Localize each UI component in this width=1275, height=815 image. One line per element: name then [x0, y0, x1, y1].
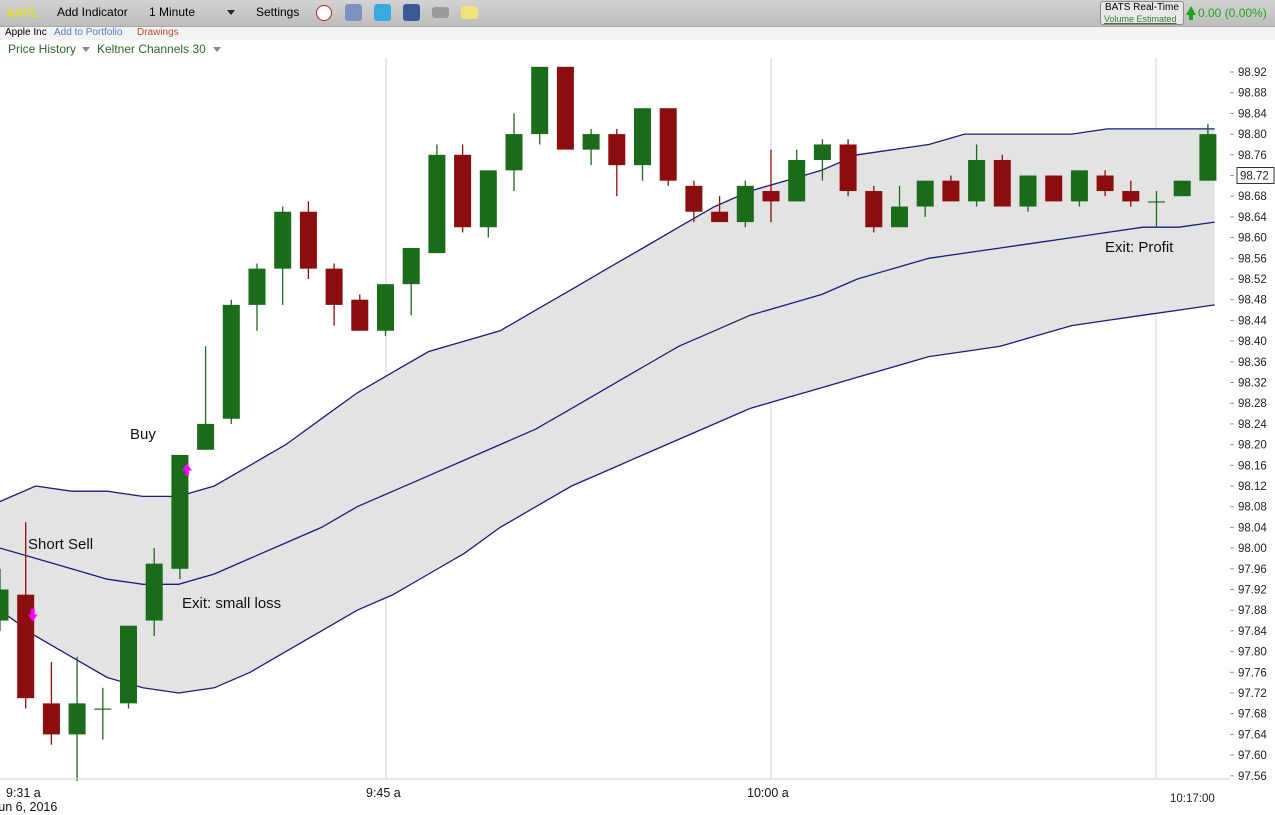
candle-body [1070, 170, 1088, 202]
y-tick-label: 97.72 [1238, 688, 1267, 700]
candle-body [94, 708, 112, 710]
candle-body [839, 144, 857, 192]
candle-body [788, 159, 806, 202]
candle-body [659, 108, 677, 181]
candle-body [762, 191, 780, 202]
current-price-label: 98.72 [1240, 171, 1269, 183]
y-tick-label: 97.92 [1238, 585, 1267, 597]
candle-body [813, 144, 831, 160]
sell-arrow-stem [30, 608, 35, 615]
candle-body [942, 180, 960, 202]
y-tick-label: 97.88 [1238, 605, 1267, 617]
y-tick-label: 98.32 [1238, 378, 1267, 390]
y-tick-label: 98.52 [1238, 274, 1267, 286]
y-tick-label: 98.36 [1238, 357, 1267, 369]
y-tick-label: 97.68 [1238, 709, 1267, 721]
candle-body [634, 108, 651, 166]
candle-body [274, 211, 292, 269]
candle-body [325, 268, 343, 305]
candle-body [1173, 180, 1191, 197]
y-tick-label: 98.24 [1238, 419, 1267, 431]
y-tick-label: 97.84 [1238, 626, 1267, 638]
annotation-label: Exit: small loss [182, 595, 281, 612]
y-tick-label: 98.20 [1238, 440, 1267, 452]
annotation-label: Exit: Profit [1105, 239, 1174, 256]
candle-body [711, 211, 729, 223]
y-tick-label: 98.60 [1238, 233, 1267, 245]
candle-body [891, 206, 908, 228]
y-tick-label: 98.80 [1238, 129, 1267, 141]
candle-body [222, 304, 240, 419]
candle-body [531, 66, 549, 135]
y-tick-label: 98.04 [1238, 522, 1267, 534]
candle-body [582, 134, 600, 150]
y-tick-label: 97.76 [1238, 667, 1267, 679]
candle-body [608, 134, 626, 166]
candle-body [454, 154, 472, 228]
x-tick-label: 9:45 a [366, 786, 401, 800]
annotation-label: Buy [130, 426, 156, 443]
candle-body [1019, 175, 1037, 207]
y-tick-label: 97.80 [1238, 647, 1267, 659]
y-tick-label: 98.48 [1238, 295, 1267, 307]
x-tick-label: 10:00 a [747, 786, 789, 800]
candle-body [505, 134, 523, 171]
candle-body [479, 170, 497, 228]
candle-body [1148, 201, 1165, 203]
candle-body [120, 625, 137, 704]
price-chart[interactable]: Buy Short Sell Exit: small loss Exit: Profi… [0, 0, 1275, 815]
candle-body [685, 185, 703, 212]
candle-body [865, 191, 883, 228]
candle-body [42, 703, 60, 735]
candle-body [377, 284, 394, 331]
x-tick-label: 9:31 a [6, 786, 41, 800]
candle-body [916, 180, 934, 207]
annotation-label: Short Sell [28, 536, 93, 553]
candle-body [736, 185, 754, 223]
y-tick-label: 98.56 [1238, 253, 1267, 265]
y-tick-label: 98.88 [1238, 88, 1267, 100]
candle-body [968, 159, 986, 202]
candle-body [145, 563, 163, 621]
y-tick-label: 98.16 [1238, 460, 1267, 472]
candle-body [1199, 134, 1217, 181]
y-tick-label: 98.76 [1238, 150, 1267, 162]
y-tick-label: 98.12 [1238, 481, 1267, 493]
candle-body [402, 247, 420, 285]
y-tick-label: 97.56 [1238, 771, 1267, 783]
y-tick-label: 97.60 [1238, 750, 1267, 762]
candle-body [68, 703, 86, 735]
candle-body [197, 423, 215, 450]
candle-body [0, 589, 9, 621]
y-tick-label: 98.92 [1238, 67, 1267, 79]
y-tick-label: 98.40 [1238, 336, 1267, 348]
y-tick-label: 98.64 [1238, 212, 1267, 224]
y-tick-label: 98.28 [1238, 398, 1267, 410]
y-tick-label: 98.68 [1238, 191, 1267, 203]
candle-body [1096, 175, 1114, 192]
y-tick-label: 97.96 [1238, 564, 1267, 576]
date-label: Jun 6, 2016 [0, 800, 57, 814]
candle-body [299, 211, 317, 269]
candle-body [1122, 191, 1140, 202]
y-tick-label: 98.00 [1238, 543, 1267, 555]
y-tick-label: 98.44 [1238, 315, 1267, 327]
y-tick-label: 98.84 [1238, 108, 1267, 120]
y-tick-label: 97.64 [1238, 729, 1267, 741]
candle-body [556, 66, 574, 150]
last-time-label: 10:17:00 [1170, 793, 1215, 805]
candle-body [428, 154, 446, 254]
candle-body [248, 268, 266, 305]
buy-arrow-stem [184, 470, 189, 476]
candle-body [1045, 175, 1063, 202]
y-tick-label: 98.08 [1238, 502, 1267, 514]
candle-body [351, 299, 369, 331]
candle-body [993, 159, 1011, 207]
